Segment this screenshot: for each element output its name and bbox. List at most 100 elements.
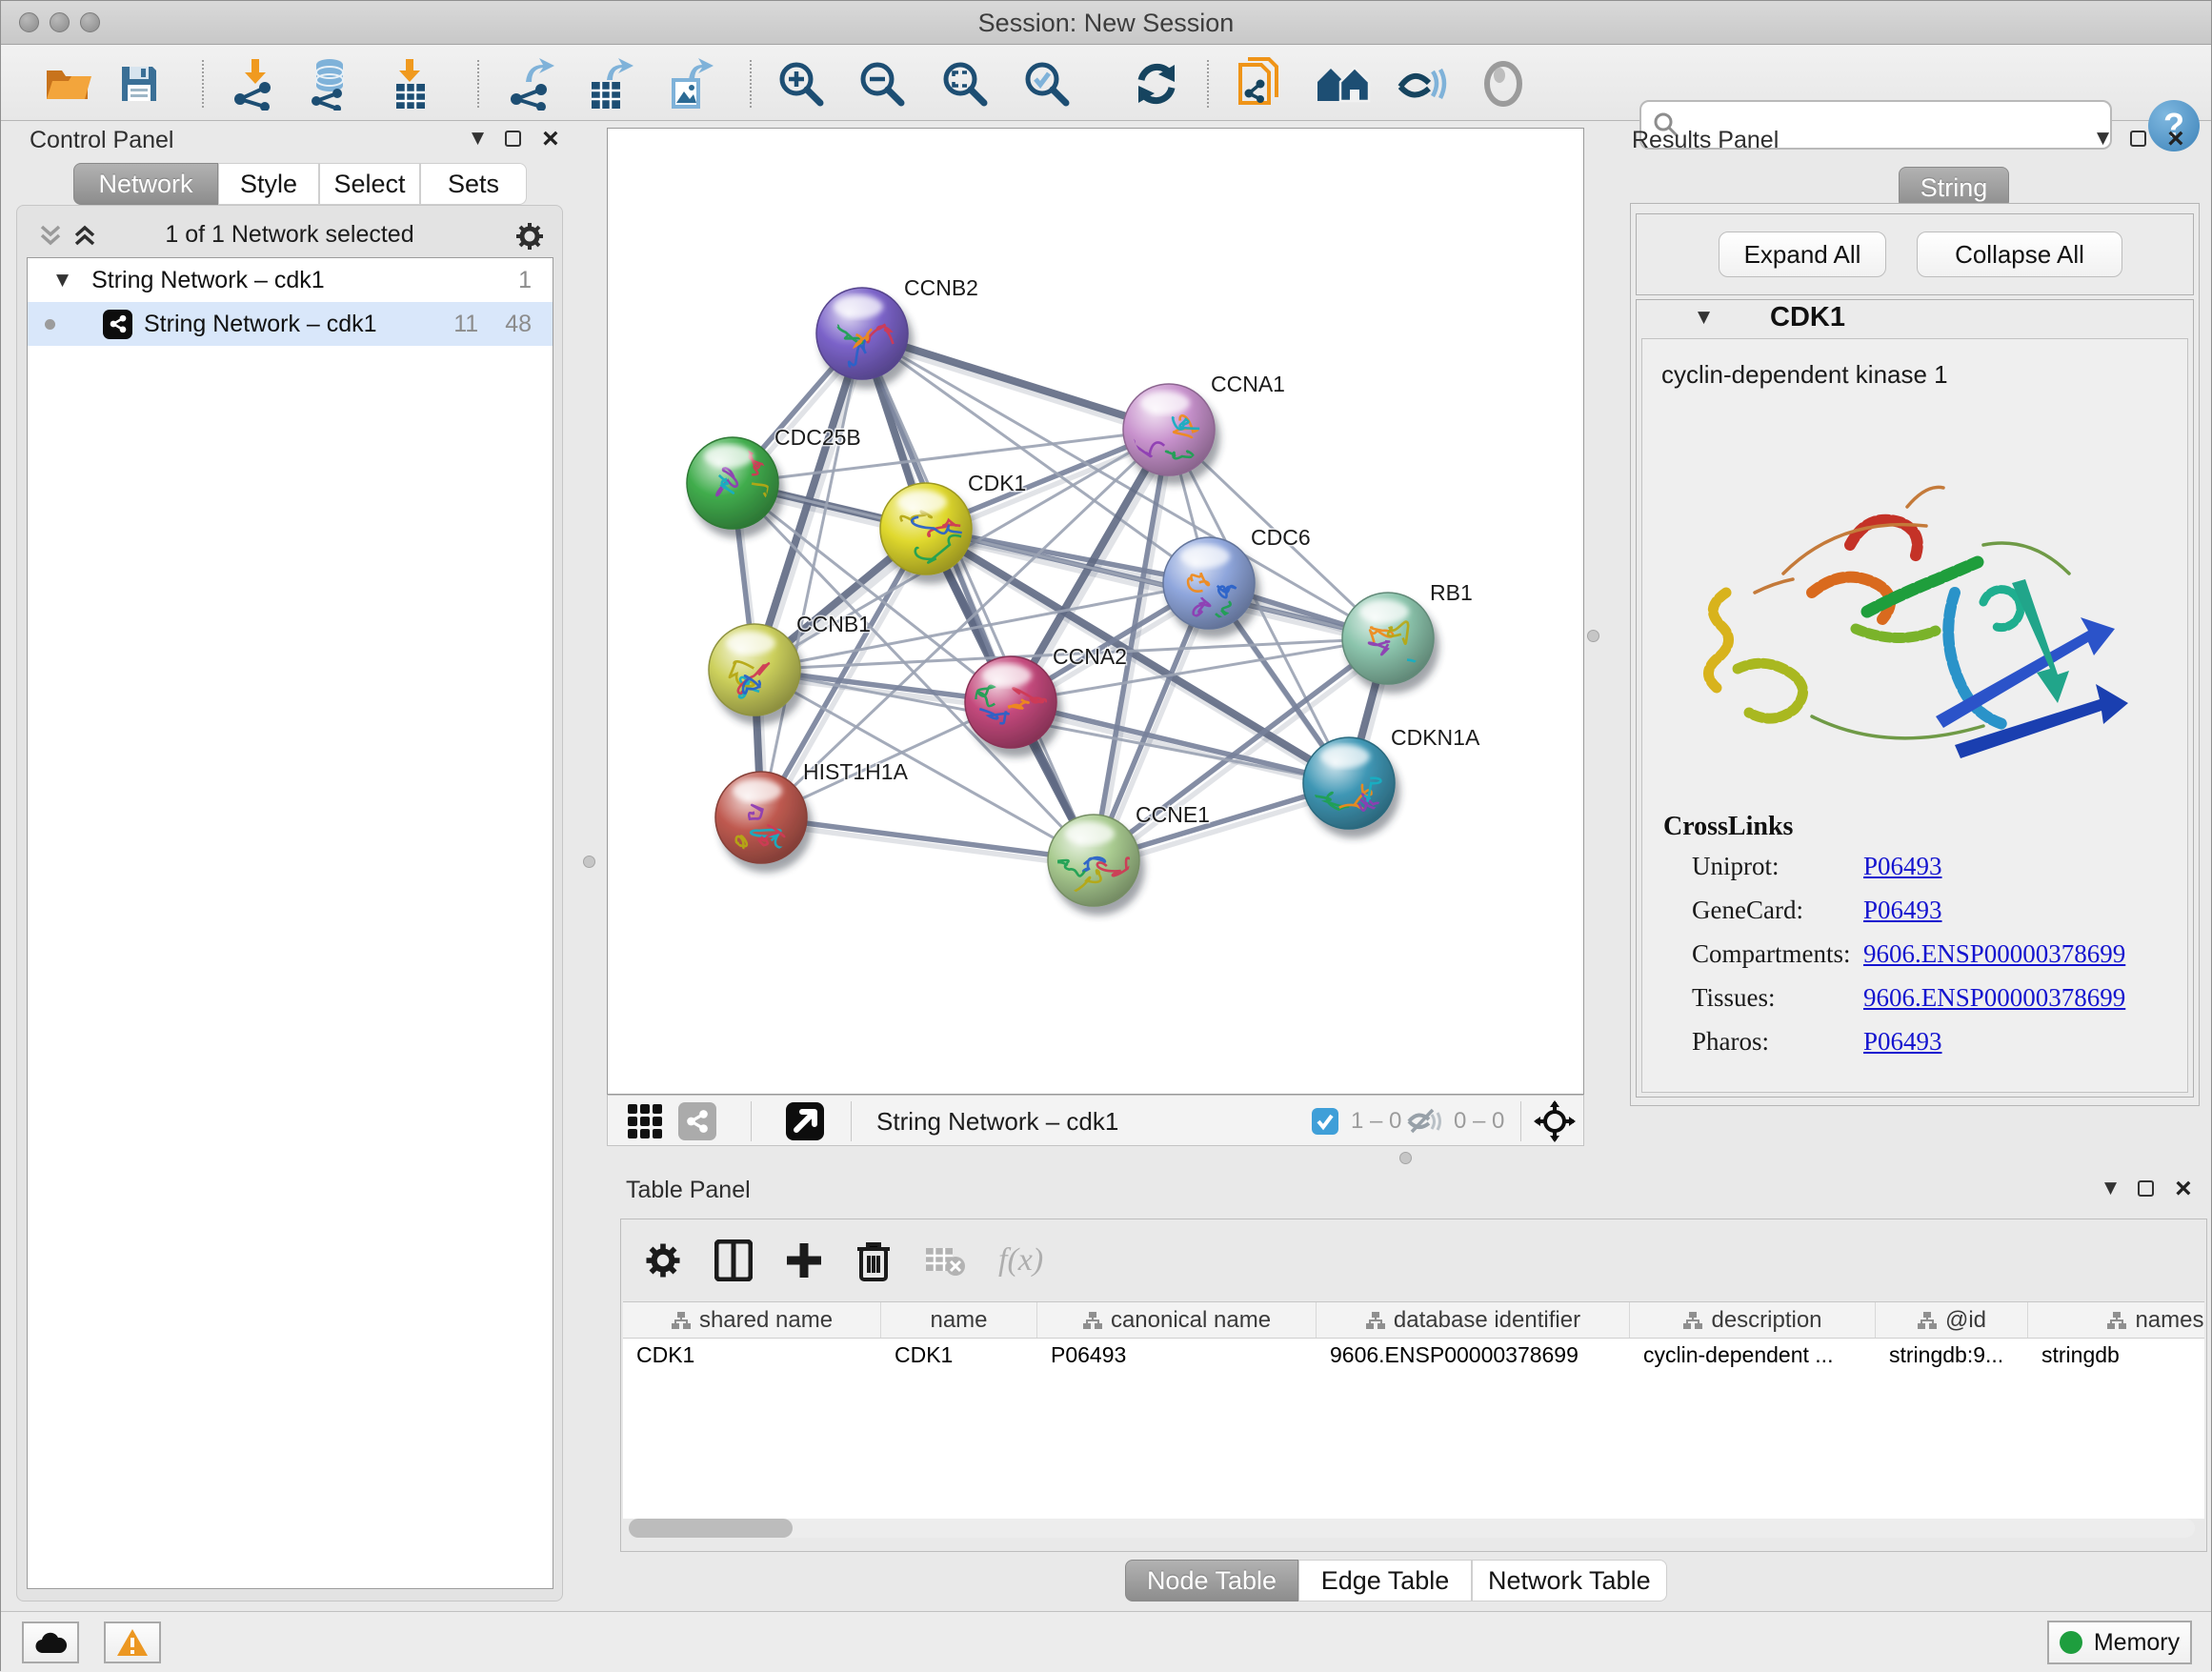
scrollbar-thumb[interactable] bbox=[629, 1519, 793, 1538]
import-database-icon bbox=[305, 57, 354, 111]
column-header-database-identifier[interactable]: database identifier bbox=[1317, 1302, 1630, 1338]
tab-select[interactable]: Select bbox=[319, 163, 420, 205]
table-row[interactable]: CDK1CDK1P064939606.ENSP00000378699cyclin… bbox=[623, 1339, 2204, 1373]
table-horizontal-scrollbar[interactable] bbox=[629, 1519, 2195, 1538]
gear-icon[interactable] bbox=[514, 221, 545, 252]
grid-view-button[interactable] bbox=[627, 1102, 663, 1140]
return-to-gallery-button[interactable] bbox=[1316, 56, 1371, 111]
tab-node-table[interactable]: Node Table bbox=[1125, 1560, 1298, 1601]
crosslink-label: Compartments: bbox=[1692, 939, 1863, 969]
expand-all-button[interactable]: Expand All bbox=[1719, 232, 1886, 277]
control-panel: Control Panel ▼ × Network Style Select S… bbox=[9, 125, 571, 1607]
column-header-canonical-name[interactable]: canonical name bbox=[1037, 1302, 1317, 1338]
node-HIST1H1A[interactable]: HIST1H1A bbox=[715, 759, 909, 863]
table-cell[interactable]: CDK1 bbox=[881, 1339, 1037, 1373]
left-splitter-handle[interactable] bbox=[583, 856, 595, 868]
column-header--id[interactable]: @id bbox=[1876, 1302, 2028, 1338]
import-network-from-database-button[interactable] bbox=[302, 56, 357, 111]
float-panel-icon[interactable] bbox=[2130, 131, 2146, 147]
annotations-button[interactable] bbox=[1232, 56, 1287, 111]
crosslink-row: Compartments:9606.ENSP00000378699 bbox=[1692, 939, 2168, 983]
open-session-button[interactable] bbox=[40, 56, 95, 111]
close-panel-icon[interactable]: × bbox=[2175, 1180, 2192, 1197]
crosslink-link[interactable]: P06493 bbox=[1863, 896, 1942, 924]
edge-CCNB2-CCNA1[interactable] bbox=[862, 333, 1169, 430]
show-columns-icon[interactable] bbox=[714, 1239, 753, 1281]
crosslink-link[interactable]: P06493 bbox=[1863, 1027, 1942, 1056]
crosslink-link[interactable]: 9606.ENSP00000378699 bbox=[1863, 983, 2125, 1012]
network-collection-row[interactable]: ▼ String Network – cdk1 1 bbox=[28, 258, 553, 302]
table-cell[interactable]: P06493 bbox=[1037, 1339, 1317, 1373]
hidden-eye-icon[interactable] bbox=[1406, 1107, 1442, 1136]
import-table-from-file-button[interactable] bbox=[382, 56, 437, 111]
node-CDKN1A[interactable]: CDKN1A bbox=[1303, 725, 1480, 829]
table-cell[interactable]: 9606.ENSP00000378699 bbox=[1317, 1339, 1630, 1373]
results-panel-title: Results Panel bbox=[1632, 127, 1779, 154]
node-label-CCNB1: CCNB1 bbox=[796, 612, 871, 636]
crosslink-link[interactable]: P06493 bbox=[1863, 852, 1942, 880]
birdseye-navigator-button[interactable] bbox=[1534, 1102, 1576, 1140]
zoom-selected-button[interactable] bbox=[1019, 56, 1075, 111]
export-network-icon bbox=[505, 57, 554, 111]
entry-expander-icon[interactable]: ▼ bbox=[1698, 308, 1710, 327]
column-type-icon bbox=[671, 1311, 692, 1330]
export-network-to-file-button[interactable] bbox=[502, 56, 557, 111]
refresh-view-button[interactable] bbox=[1129, 56, 1184, 111]
entry-header[interactable]: ▼ CDK1 bbox=[1637, 300, 2193, 338]
table-cell[interactable]: stringdb:9... bbox=[1876, 1339, 2028, 1373]
inactive-eye-button[interactable] bbox=[1476, 56, 1531, 111]
float-panel-icon[interactable] bbox=[505, 131, 521, 147]
table-cell[interactable]: cyclin-dependent ... bbox=[1630, 1339, 1876, 1373]
close-panel-icon[interactable]: × bbox=[2167, 131, 2184, 147]
column-type-icon bbox=[2106, 1311, 2127, 1330]
crosslink-link[interactable]: 9606.ENSP00000378699 bbox=[1863, 939, 2125, 968]
table-cell[interactable]: CDK1 bbox=[623, 1339, 881, 1373]
column-header-description[interactable]: description bbox=[1630, 1302, 1876, 1338]
network-row[interactable]: String Network – cdk1 11 48 bbox=[28, 302, 553, 346]
node-CDK1[interactable]: CDK1 bbox=[880, 471, 1026, 574]
tree-expander-icon[interactable]: ▼ bbox=[56, 271, 69, 290]
panel-menu-icon[interactable]: ▼ bbox=[472, 129, 484, 148]
save-session-button[interactable] bbox=[111, 56, 167, 111]
export-image-button[interactable] bbox=[662, 56, 717, 111]
delete-column-trash-icon[interactable] bbox=[855, 1239, 892, 1281]
memory-button[interactable]: Memory bbox=[2047, 1621, 2192, 1664]
add-column-icon[interactable] bbox=[785, 1241, 823, 1279]
panel-menu-icon[interactable]: ▼ bbox=[2097, 129, 2109, 148]
entry-name: CDK1 bbox=[1770, 302, 1845, 333]
tab-network-table[interactable]: Network Table bbox=[1472, 1560, 1667, 1601]
table-header-row: shared namenamecanonical namedatabase id… bbox=[623, 1302, 2204, 1339]
cloud-status-button[interactable] bbox=[22, 1622, 79, 1663]
show-hide-graphics-details-button[interactable] bbox=[1396, 56, 1451, 111]
zoom-fit-button[interactable] bbox=[937, 56, 993, 111]
zoom-out-button[interactable] bbox=[855, 56, 910, 111]
refresh-icon bbox=[1132, 59, 1181, 109]
collapse-all-button[interactable]: Collapse All bbox=[1917, 232, 2122, 277]
zoom-in-button[interactable] bbox=[774, 56, 829, 111]
table-cell[interactable]: stringdb bbox=[2028, 1339, 2204, 1373]
node-CCNA1[interactable]: CCNA1 bbox=[1123, 372, 1285, 475]
open-in-new-window-button[interactable] bbox=[785, 1102, 825, 1140]
tab-edge-table[interactable]: Edge Table bbox=[1298, 1560, 1472, 1601]
selected-checkbox-icon[interactable] bbox=[1311, 1107, 1339, 1136]
edge-CCNE1-HIST1H1A[interactable] bbox=[761, 817, 1094, 860]
export-table-to-file-button[interactable] bbox=[582, 56, 637, 111]
node-RB1[interactable]: RB1 bbox=[1342, 580, 1473, 684]
right-splitter-handle[interactable] bbox=[1587, 630, 1599, 642]
float-panel-icon[interactable] bbox=[2138, 1180, 2154, 1197]
share-network-button[interactable] bbox=[678, 1102, 716, 1140]
close-panel-icon[interactable]: × bbox=[542, 131, 559, 147]
warning-status-button[interactable] bbox=[104, 1622, 161, 1663]
import-network-from-file-button[interactable] bbox=[226, 56, 281, 111]
column-header-name[interactable]: name bbox=[881, 1302, 1037, 1338]
column-header-namespace[interactable]: namespace bbox=[2028, 1302, 2204, 1338]
window-title: Session: New Session bbox=[1, 1, 2211, 45]
tab-style[interactable]: Style bbox=[218, 163, 319, 205]
network-view-canvas[interactable]: CCNB2CCNA1CDC25BCDK1CDC6RB1CCNB1CCNA2CDK… bbox=[607, 128, 1584, 1095]
expand-collapse-box: Expand All Collapse All bbox=[1636, 213, 2194, 295]
tab-network[interactable]: Network bbox=[73, 163, 218, 205]
tab-sets[interactable]: Sets bbox=[420, 163, 527, 205]
table-settings-gear-icon[interactable] bbox=[644, 1241, 682, 1279]
panel-menu-icon[interactable]: ▼ bbox=[2104, 1178, 2117, 1198]
column-header-shared-name[interactable]: shared name bbox=[623, 1302, 881, 1338]
